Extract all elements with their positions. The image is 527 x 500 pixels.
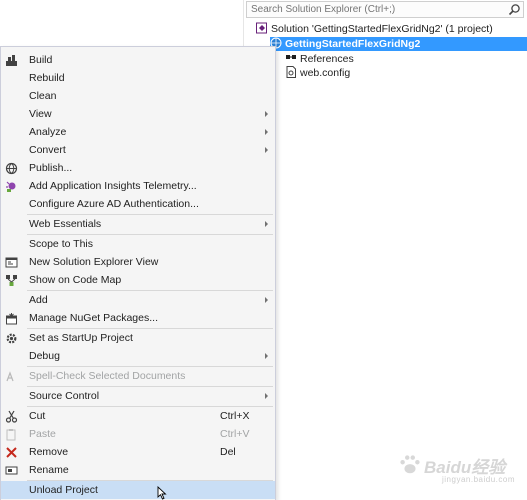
shortcut-text: Ctrl+V xyxy=(220,428,250,440)
search-input[interactable] xyxy=(247,2,499,17)
delete-x-icon xyxy=(6,447,17,458)
menu-item-label: Clean xyxy=(29,90,57,102)
paste-icon xyxy=(6,429,16,441)
application-insights-icon xyxy=(6,181,16,192)
menu-item-show-on-code-map[interactable]: Show on Code Map xyxy=(1,271,275,289)
menu-item-label: Debug xyxy=(29,350,60,362)
menu-item-label: Analyze xyxy=(29,126,67,138)
tree-node-solution[interactable]: Solution 'GettingStartedFlexGridNg2' (1 … xyxy=(256,22,493,36)
submenu-arrow-icon xyxy=(265,147,268,153)
shortcut-text: Del xyxy=(220,446,236,458)
solution-explorer-search-box[interactable] xyxy=(246,1,524,18)
menu-item-source-control[interactable]: Source Control xyxy=(1,387,275,405)
menu-item-label: Source Control xyxy=(29,390,100,402)
new-window-icon xyxy=(5,257,18,268)
menu-item-label: New Solution Explorer View xyxy=(29,256,159,268)
shortcut-text: Ctrl+X xyxy=(220,410,250,422)
build-icon xyxy=(6,55,17,66)
solution-label: Solution 'GettingStartedFlexGridNg2' (1 … xyxy=(271,23,493,35)
menu-item-clean[interactable]: Clean xyxy=(1,87,275,105)
menu-item-label: Add xyxy=(29,294,48,306)
menu-item-spell-check[interactable]: Spell-Check Selected Documents xyxy=(1,367,275,385)
submenu-arrow-icon xyxy=(265,353,268,359)
menu-item-label: Cut xyxy=(29,410,46,422)
menu-item-label: Manage NuGet Packages... xyxy=(29,312,158,324)
code-map-icon xyxy=(6,275,17,286)
menu-item-paste[interactable]: Paste Ctrl+V xyxy=(1,425,275,443)
menu-item-manage-nuget[interactable]: Manage NuGet Packages... xyxy=(1,309,275,327)
menu-item-label: Show on Code Map xyxy=(29,274,122,286)
menu-item-remove[interactable]: Remove Del xyxy=(1,443,275,461)
menu-item-application-insights[interactable]: Add Application Insights Telemetry... xyxy=(1,177,275,195)
menu-item-publish[interactable]: Publish... xyxy=(1,159,275,177)
rename-icon xyxy=(5,466,18,475)
spell-check-icon xyxy=(6,371,14,382)
project-label: GettingStartedFlexGridNg2 xyxy=(285,38,421,50)
search-icon[interactable] xyxy=(508,3,521,16)
menu-item-label: Remove xyxy=(29,446,69,458)
baidu-watermark: Baidu经验 jingyan.baidu.com xyxy=(396,451,524,491)
menu-item-new-solution-explorer-view[interactable]: New Solution Explorer View xyxy=(1,253,275,271)
menu-item-label: Spell-Check Selected Documents xyxy=(29,370,186,382)
webconfig-label: web.config xyxy=(300,67,351,79)
project-context-menu: Build Rebuild Clean View Analyze Convert… xyxy=(0,46,276,500)
menu-item-view[interactable]: View xyxy=(1,105,275,123)
menu-item-scope-to-this[interactable]: Scope to This xyxy=(1,235,275,253)
menu-item-web-essentials[interactable]: Web Essentials xyxy=(1,215,275,233)
menu-item-rename[interactable]: Rename xyxy=(1,461,275,479)
gear-icon xyxy=(6,333,17,344)
menu-item-analyze[interactable]: Analyze xyxy=(1,123,275,141)
paw-logo-icon xyxy=(400,455,420,474)
tree-node-webconfig[interactable]: web.config xyxy=(285,66,350,80)
menu-item-unload-project[interactable]: Unload Project xyxy=(1,481,275,499)
menu-item-label: Rename xyxy=(29,464,69,476)
submenu-arrow-icon xyxy=(265,393,268,399)
menu-item-label: Convert xyxy=(29,144,66,156)
menu-item-label: Build xyxy=(29,54,53,66)
submenu-arrow-icon xyxy=(265,297,268,303)
menu-item-label: View xyxy=(29,108,52,120)
mouse-cursor-icon xyxy=(157,486,167,500)
nuget-package-icon xyxy=(6,313,17,325)
menu-item-add[interactable]: Add xyxy=(1,291,275,309)
globe-icon xyxy=(5,162,18,175)
menu-item-label: Set as StartUp Project xyxy=(29,332,133,344)
tree-node-project[interactable]: GettingStartedFlexGridNg2 xyxy=(270,37,420,51)
menu-item-build[interactable]: Build xyxy=(1,51,275,69)
menu-item-convert[interactable]: Convert xyxy=(1,141,275,159)
menu-item-label: Paste xyxy=(29,428,56,440)
watermark-url: jingyan.baidu.com xyxy=(442,475,515,484)
menu-item-label: Rebuild xyxy=(29,72,65,84)
references-icon xyxy=(286,55,296,59)
menu-item-cut[interactable]: Cut Ctrl+X xyxy=(1,407,275,425)
menu-item-label: Configure Azure AD Authentication... xyxy=(29,198,199,210)
menu-item-set-startup-project[interactable]: Set as StartUp Project xyxy=(1,329,275,347)
submenu-arrow-icon xyxy=(265,129,268,135)
menu-item-label: Add Application Insights Telemetry... xyxy=(29,180,197,192)
scissors-icon xyxy=(5,410,18,423)
menu-item-rebuild[interactable]: Rebuild xyxy=(1,69,275,87)
menu-item-label: Web Essentials xyxy=(29,218,102,230)
menu-item-label: Publish... xyxy=(29,162,73,174)
solution-icon xyxy=(256,22,267,34)
tree-node-references[interactable]: References xyxy=(285,52,354,66)
menu-item-label: Unload Project xyxy=(29,484,98,496)
menu-item-azure-ad[interactable]: Configure Azure AD Authentication... xyxy=(1,195,275,213)
config-file-icon xyxy=(286,66,296,78)
submenu-arrow-icon xyxy=(265,111,268,117)
references-label: References xyxy=(300,53,354,65)
menu-item-debug[interactable]: Debug xyxy=(1,347,275,365)
menu-item-label: Scope to This xyxy=(29,238,94,250)
submenu-arrow-icon xyxy=(265,221,268,227)
